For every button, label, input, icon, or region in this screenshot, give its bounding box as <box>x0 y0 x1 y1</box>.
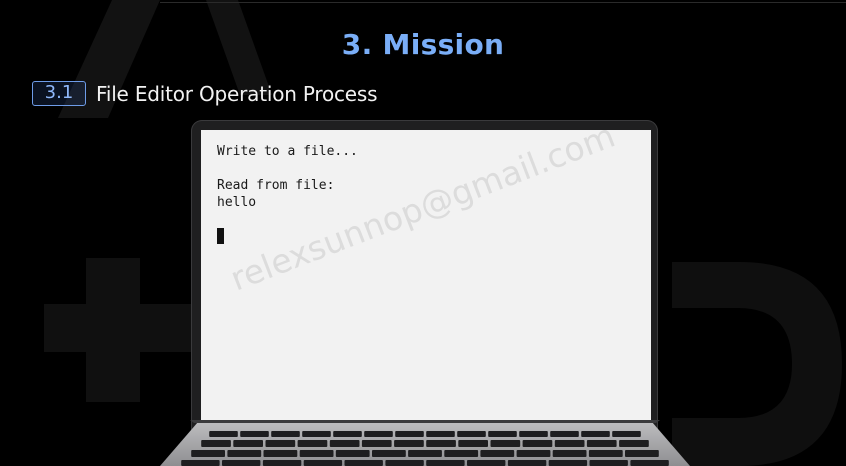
keyboard-key <box>507 460 547 466</box>
keyboard-key <box>408 450 442 457</box>
keyboard-key <box>552 450 587 457</box>
text-cursor <box>217 228 224 244</box>
keyboard-key <box>516 450 551 457</box>
keyboard-key <box>335 450 370 457</box>
keyboard-key <box>263 450 298 457</box>
keyboard-key <box>303 460 343 466</box>
keyboard-key <box>426 460 465 466</box>
keyboard-key <box>522 440 553 447</box>
keyboard-key <box>329 440 360 447</box>
background-plus-shape <box>44 304 194 352</box>
keyboard-key <box>385 460 424 466</box>
background-plus-shape <box>86 258 140 402</box>
keyboard-key <box>586 440 617 447</box>
keyboard-key <box>619 440 649 447</box>
keyboard-key <box>458 440 488 447</box>
keyboard-key <box>191 450 225 457</box>
keyboard-key <box>444 450 479 457</box>
keyboard-key <box>630 460 669 466</box>
laptop-hinge <box>190 420 660 423</box>
keyboard-key <box>181 460 220 466</box>
keyboard-key <box>299 450 334 457</box>
section-number-badge: 3.1 <box>32 81 86 106</box>
keyboard-key <box>394 440 424 447</box>
keyboard-key <box>209 431 238 437</box>
keyboard-key <box>361 440 392 447</box>
keyboard-key <box>488 431 517 437</box>
keyboard-key <box>581 431 610 437</box>
keyboard-key <box>588 450 623 457</box>
keyboard-key <box>550 431 579 437</box>
keyboard-key <box>426 440 456 447</box>
keyboard-key <box>364 431 393 437</box>
keyboard-key <box>554 440 585 447</box>
keyboard-key <box>457 431 486 437</box>
keyboard-key <box>227 450 262 457</box>
keyboard-key <box>372 450 406 457</box>
section-title: File Editor Operation Process <box>96 81 378 106</box>
keyboard-key <box>297 440 328 447</box>
slide-title: 3. Mission <box>341 28 505 61</box>
keyboard-key <box>201 440 231 447</box>
keyboard-key <box>625 450 659 457</box>
keyboard-key <box>333 431 362 437</box>
keyboard-key <box>612 431 641 437</box>
keyboard-key <box>426 431 455 437</box>
background-letter-shape <box>672 262 842 466</box>
terminal-output: Write to a file... Read from file: hello <box>217 144 358 210</box>
keyboard-key <box>490 440 521 447</box>
keyboard-key <box>302 431 331 437</box>
keyboard-key <box>240 431 269 437</box>
keyboard-key <box>548 460 588 466</box>
keyboard-key <box>467 460 506 466</box>
keyboard-key <box>344 460 383 466</box>
keyboard-key <box>589 460 628 466</box>
keyboard-key <box>222 460 261 466</box>
top-divider-line <box>160 2 846 3</box>
keyboard-key <box>480 450 515 457</box>
keyboard-key <box>519 431 548 437</box>
section-heading: 3.1 File Editor Operation Process <box>32 81 378 106</box>
keyboard-key <box>262 460 302 466</box>
laptop-keyboard-base <box>160 420 690 466</box>
keyboard-key <box>233 440 263 447</box>
keyboard-key <box>271 431 300 437</box>
keyboard-key <box>265 440 296 447</box>
keyboard-key <box>395 431 424 437</box>
